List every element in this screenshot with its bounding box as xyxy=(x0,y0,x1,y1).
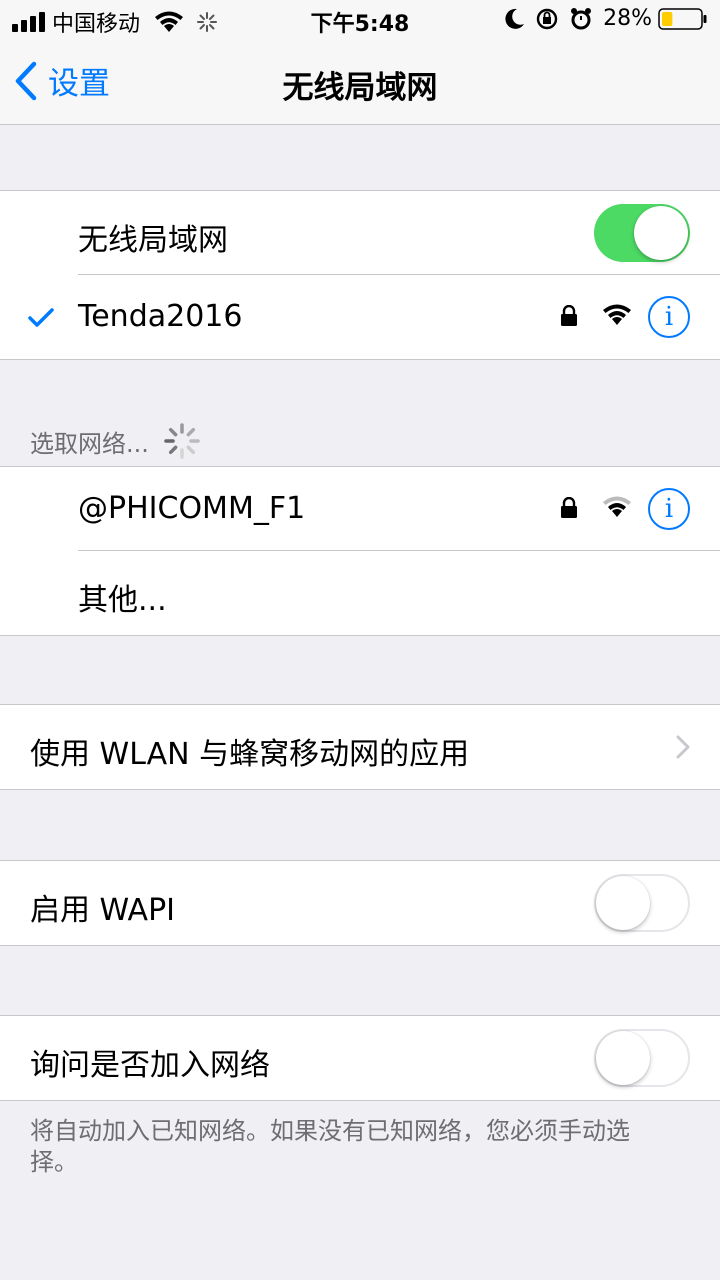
wlan-group: 无线局域网 Tenda2016 i xyxy=(0,190,720,360)
battery-level-fill xyxy=(662,11,673,26)
apps-row[interactable]: 使用 WLAN 与蜂窝移动网的应用 xyxy=(0,705,720,789)
status-right: 28% xyxy=(505,6,708,31)
wapi-toggle-switch[interactable] xyxy=(594,874,690,932)
toggle-knob xyxy=(596,876,650,930)
network-info-button[interactable]: i xyxy=(648,488,690,530)
network-info-button[interactable]: i xyxy=(648,296,690,338)
network-name: @PHICOMM_F1 xyxy=(78,491,306,526)
networks-group: @PHICOMM_F1 i 其他... xyxy=(0,466,720,636)
chevron-right-icon xyxy=(676,735,690,759)
loading-spinner-icon xyxy=(164,423,200,459)
rotation-lock-icon xyxy=(536,8,558,29)
apps-group: 使用 WLAN 与蜂窝移动网的应用 xyxy=(0,704,720,790)
other-network-label: 其他... xyxy=(78,583,167,618)
lock-icon xyxy=(561,497,577,518)
navigation-bar: 设置 无线局域网 xyxy=(0,40,720,125)
apps-row-label: 使用 WLAN 与蜂窝移动网的应用 xyxy=(30,737,470,772)
choose-network-header: 选取网络... xyxy=(30,422,201,460)
wapi-row: 启用 WAPI xyxy=(0,861,720,945)
ask-to-join-toggle-switch[interactable] xyxy=(594,1029,690,1087)
battery-icon xyxy=(658,7,707,30)
moon-icon xyxy=(505,8,525,29)
toggle-knob xyxy=(596,1031,650,1085)
ask-to-join-row: 询问是否加入网络 xyxy=(0,1016,720,1100)
wlan-toggle-switch[interactable] xyxy=(594,204,690,262)
wapi-group: 启用 WAPI xyxy=(0,860,720,946)
alarm-icon xyxy=(571,7,592,29)
other-network-row[interactable]: 其他... xyxy=(0,551,720,635)
network-row[interactable]: @PHICOMM_F1 i xyxy=(0,467,720,551)
battery-percent: 28% xyxy=(603,6,652,31)
page-title: 无线局域网 xyxy=(282,70,438,106)
connected-network-name: Tenda2016 xyxy=(78,299,243,334)
ask-to-join-footer: 将自动加入已知网络。如果没有已知网络，您必须手动选择。 xyxy=(30,1117,630,1176)
wlan-toggle-label: 无线局域网 xyxy=(78,223,228,258)
wapi-label: 启用 WAPI xyxy=(30,893,176,928)
status-bar: 中国移动 下午5:48 28% xyxy=(0,0,720,40)
connected-network-row[interactable]: Tenda2016 i xyxy=(0,275,720,359)
wifi-strength-icon xyxy=(603,496,631,517)
lock-icon xyxy=(561,305,577,326)
ask-to-join-label: 询问是否加入网络 xyxy=(30,1048,270,1083)
toggle-knob xyxy=(634,206,688,260)
checkmark-icon xyxy=(28,308,54,327)
wifi-strength-icon xyxy=(603,304,631,325)
wlan-toggle-row: 无线局域网 xyxy=(0,191,720,275)
ask-to-join-group: 询问是否加入网络 xyxy=(0,1015,720,1101)
choose-network-label: 选取网络... xyxy=(30,429,149,458)
